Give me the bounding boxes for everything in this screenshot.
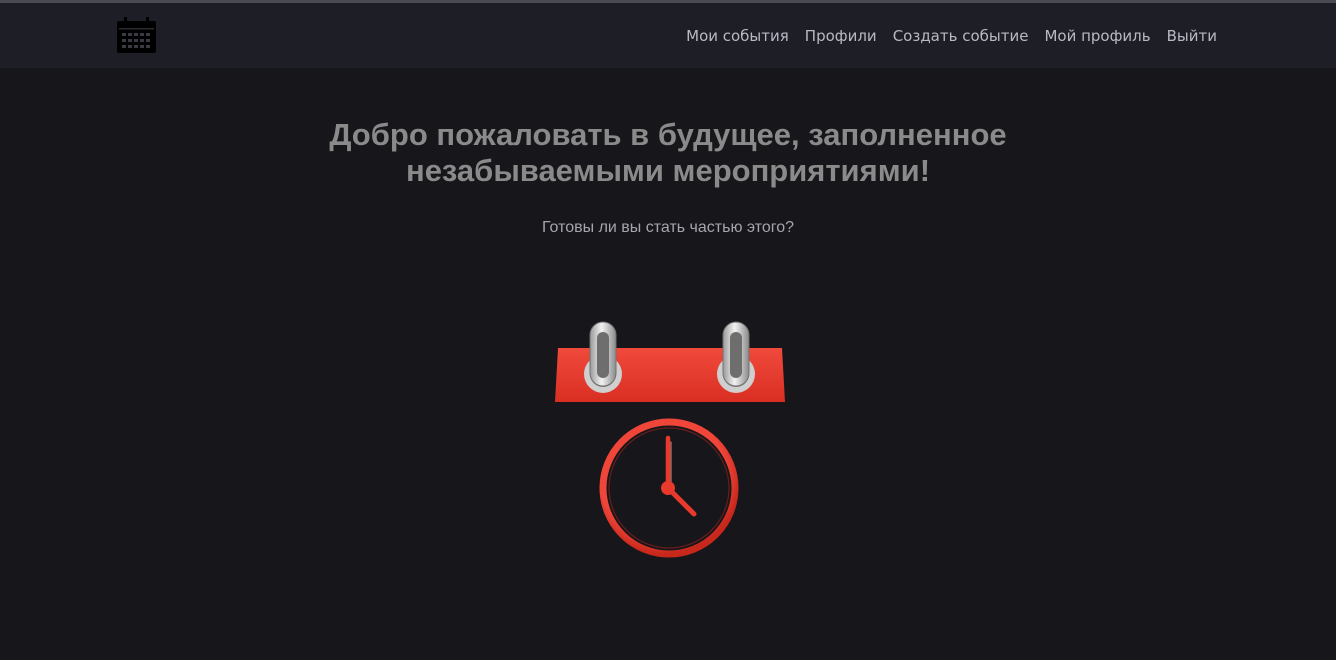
nav-my-events[interactable]: Мои события bbox=[686, 26, 789, 46]
nav-logout[interactable]: Выйти bbox=[1167, 26, 1217, 46]
hero-title-line-2: незабываемыми мероприятиями! bbox=[405, 153, 931, 188]
calendar-clock-illustration bbox=[550, 318, 790, 568]
calendar-clock-icon bbox=[555, 321, 785, 558]
hero-subtitle: Готовы ли вы стать частью этого? bbox=[541, 219, 795, 236]
nav-profiles[interactable]: Профили bbox=[805, 26, 877, 46]
hero-title: Добро пожаловать в будущее, заполненное … bbox=[218, 117, 1118, 189]
logo[interactable] bbox=[116, 17, 157, 54]
main-nav: Мои события Профили Создать событие Мой … bbox=[686, 26, 1217, 46]
nav-my-profile[interactable]: Мой профиль bbox=[1044, 26, 1150, 46]
calendar-icon bbox=[117, 17, 156, 53]
hero-title-line-1: Добро пожаловать в будущее, заполненное bbox=[329, 117, 1007, 152]
navbar: Мои события Профили Создать событие Мой … bbox=[0, 3, 1336, 68]
nav-create-event[interactable]: Создать событие bbox=[893, 26, 1029, 46]
